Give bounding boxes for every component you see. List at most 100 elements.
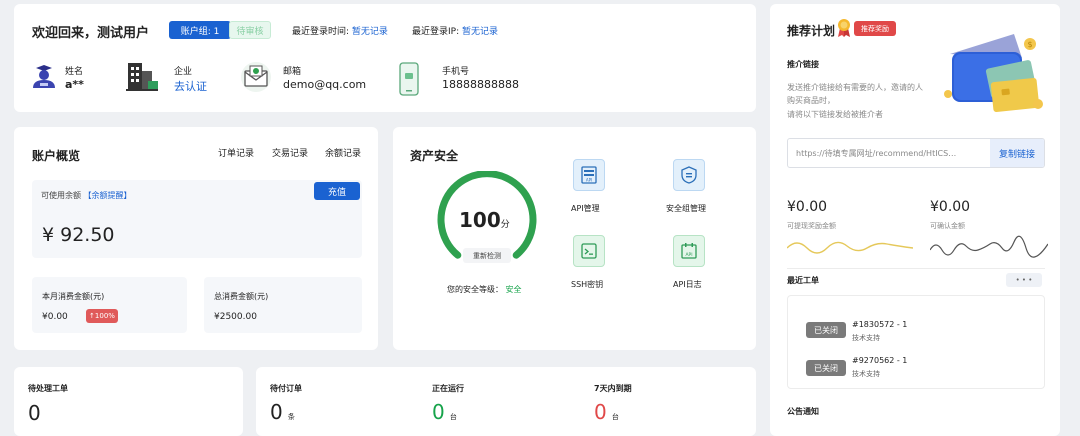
total-spend-value: ¥2500.00 xyxy=(214,312,257,322)
withdrawable-wave-line xyxy=(787,241,913,254)
company-label: 企业 xyxy=(174,67,193,77)
security-level-label: 您的安全等级： xyxy=(447,285,503,294)
welcome-title: 欢迎回来，测试用户 xyxy=(32,26,150,41)
pending-wave-line xyxy=(930,235,1048,258)
security-level: 您的安全等级： 安全 xyxy=(447,284,522,295)
ticket-item[interactable]: 已关闭 #1830572 - 1 技术支持 xyxy=(788,314,1044,342)
running-unit: 台 xyxy=(449,413,457,421)
pending-tickets-value: 0 xyxy=(28,401,41,425)
available-label-text: 可使用余额 xyxy=(41,191,81,200)
ticket-type: 技术支持 xyxy=(852,334,880,342)
api-log-calendar-icon[interactable]: API xyxy=(673,235,705,267)
svg-text:API: API xyxy=(685,252,692,258)
order-records-link[interactable]: 订单记录 xyxy=(218,146,254,159)
score-unit: 分 xyxy=(500,220,510,230)
referral-link-input[interactable]: https://待填专属网址/recommend/HtICS… 复制链接 xyxy=(787,138,1045,168)
svg-text:API: API xyxy=(586,178,592,183)
referral-reward-badge: 推荐奖励 xyxy=(854,21,896,36)
pending-orders-value: 0 xyxy=(270,400,283,424)
expiring: 0 台 xyxy=(594,400,619,424)
monthly-change-badge: ↑100% xyxy=(86,309,118,323)
security-score: 100分 xyxy=(459,208,510,232)
overview-title: 账户概览 xyxy=(32,149,81,163)
pending-tickets-card[interactable]: 待处理工单 0 xyxy=(14,367,243,436)
balance-records-link[interactable]: 余额记录 xyxy=(325,146,361,159)
last-login-time-value: 暂无记录 xyxy=(351,27,388,37)
ticket-item[interactable]: 已关闭 #9270562 - 1 技术支持 xyxy=(788,352,1044,378)
referral-desc-line1: 发送推介链接给有需要的人，邀请的人 xyxy=(787,83,923,92)
ticket-type: 技术支持 xyxy=(852,370,880,378)
stats-card: 待付订单 0 条 正在运行 0 台 7天内到期 0 台 xyxy=(256,367,756,436)
referral-title: 推荐计划 xyxy=(787,24,836,38)
running-value: 0 xyxy=(432,400,445,424)
asset-security-card: 资产安全 100分 重新检测 您的安全等级： 安全 API API管理 安全组管… xyxy=(393,127,756,350)
welcome-card: 欢迎回来，测试用户 账户组: 1 待审核 最近登录时间: 暂无记录 最近登录IP… xyxy=(14,4,756,112)
ssh-terminal-icon[interactable] xyxy=(573,235,605,267)
security-level-value: 安全 xyxy=(505,285,522,294)
divider-line xyxy=(787,268,1045,269)
monthly-spend-value: ¥0.00 xyxy=(42,312,68,322)
balance-amount: ¥ 92.50 xyxy=(42,224,115,246)
phone-label: 手机号 xyxy=(442,67,470,77)
transaction-records-link[interactable]: 交易记录 xyxy=(272,146,308,159)
expiring-value: 0 xyxy=(594,400,607,424)
pending-review-badge: 待审核 xyxy=(229,21,271,39)
svg-text:$: $ xyxy=(1027,40,1032,49)
phone-value: 18888888888 xyxy=(442,78,519,91)
api-log-label[interactable]: API日志 xyxy=(673,279,702,290)
more-tickets-button[interactable]: • • • xyxy=(1006,273,1042,287)
copy-link-button[interactable]: 复制链接 xyxy=(990,139,1044,167)
medal-icon xyxy=(836,18,852,38)
recharge-button[interactable]: 充值 xyxy=(314,182,360,200)
security-group-shield-icon[interactable] xyxy=(673,159,705,191)
balance-reminder-link[interactable]: 【余额提醒】 xyxy=(84,191,132,200)
api-management-label[interactable]: API管理 xyxy=(571,203,600,214)
user-avatar-icon xyxy=(30,62,58,90)
mobile-phone-icon xyxy=(398,61,420,97)
name-label: 姓名 xyxy=(65,67,84,77)
running-label[interactable]: 正在运行 xyxy=(432,383,464,394)
withdrawable-label: 可提现奖励金额 xyxy=(787,222,836,230)
monthly-spend-panel: 本月消费金额(元) ¥0.00 ↑100% xyxy=(32,277,187,333)
announcements-title: 公告通知 xyxy=(787,407,819,416)
total-spend-panel: 总消费金额(元) ¥2500.00 xyxy=(204,277,362,333)
ticket-status-badge: 已关闭 xyxy=(806,322,846,338)
account-overview-card: 账户概览 订单记录 交易记录 余额记录 可使用余额 【余额提醒】 充值 ¥ 92… xyxy=(14,127,378,350)
recent-tickets-title: 最近工单 xyxy=(787,276,819,285)
ssh-key-label[interactable]: SSH密钥 xyxy=(571,279,603,290)
pending-orders-label[interactable]: 待付订单 xyxy=(270,383,302,394)
referral-panel: 推荐计划 推荐奖励 $ 推介链接 发送推介链接给有需要的人，邀请的人 购买商品时… xyxy=(770,4,1060,436)
security-group-label[interactable]: 安全组管理 xyxy=(666,203,706,214)
pending-orders-unit: 条 xyxy=(287,413,295,421)
pending-amount-label: 可确认金额 xyxy=(930,222,965,230)
balance-panel: 可使用余额 【余额提醒】 充值 ¥ 92.50 xyxy=(32,180,362,258)
referral-desc-line3: 请将以下链接发给被推介者 xyxy=(787,110,883,119)
account-group-badge[interactable]: 账户组: 1 xyxy=(169,21,231,39)
ticket-status-badge: 已关闭 xyxy=(806,360,846,376)
email-label: 邮箱 xyxy=(283,67,302,77)
score-number: 100 xyxy=(459,208,501,232)
wallet-illustration-icon: $ xyxy=(942,24,1050,124)
company-verify-link[interactable]: 去认证 xyxy=(174,78,207,94)
last-login-time: 最近登录时间: 暂无记录 xyxy=(292,24,388,37)
referral-link-title: 推介链接 xyxy=(787,60,819,69)
api-management-icon[interactable]: API xyxy=(573,159,605,191)
name-value: a** xyxy=(65,78,84,91)
running: 0 台 xyxy=(432,400,457,424)
withdrawable-amount: ¥0.00 xyxy=(787,199,828,215)
recheck-button[interactable]: 重新检测 xyxy=(463,248,511,263)
pending-amount: ¥0.00 xyxy=(930,199,971,215)
referral-desc-line2: 购买商品时， xyxy=(787,96,835,105)
last-login-ip: 最近登录IP: 暂无记录 xyxy=(412,24,498,37)
pending-tickets-label: 待处理工单 xyxy=(28,384,68,393)
last-login-ip-value: 暂无记录 xyxy=(462,27,499,37)
monthly-spend-label: 本月消费金额(元) xyxy=(42,292,105,301)
building-icon xyxy=(124,59,160,93)
ticket-id[interactable]: #9270562 - 1 xyxy=(852,356,907,365)
referral-link-value[interactable]: https://待填专属网址/recommend/HtICS… xyxy=(796,148,992,159)
email-icon xyxy=(239,61,273,93)
ticket-id[interactable]: #1830572 - 1 xyxy=(852,320,907,329)
expiring-label[interactable]: 7天内到期 xyxy=(594,383,632,394)
email-value: demo@qq.com xyxy=(283,78,367,91)
security-title: 资产安全 xyxy=(410,149,459,163)
